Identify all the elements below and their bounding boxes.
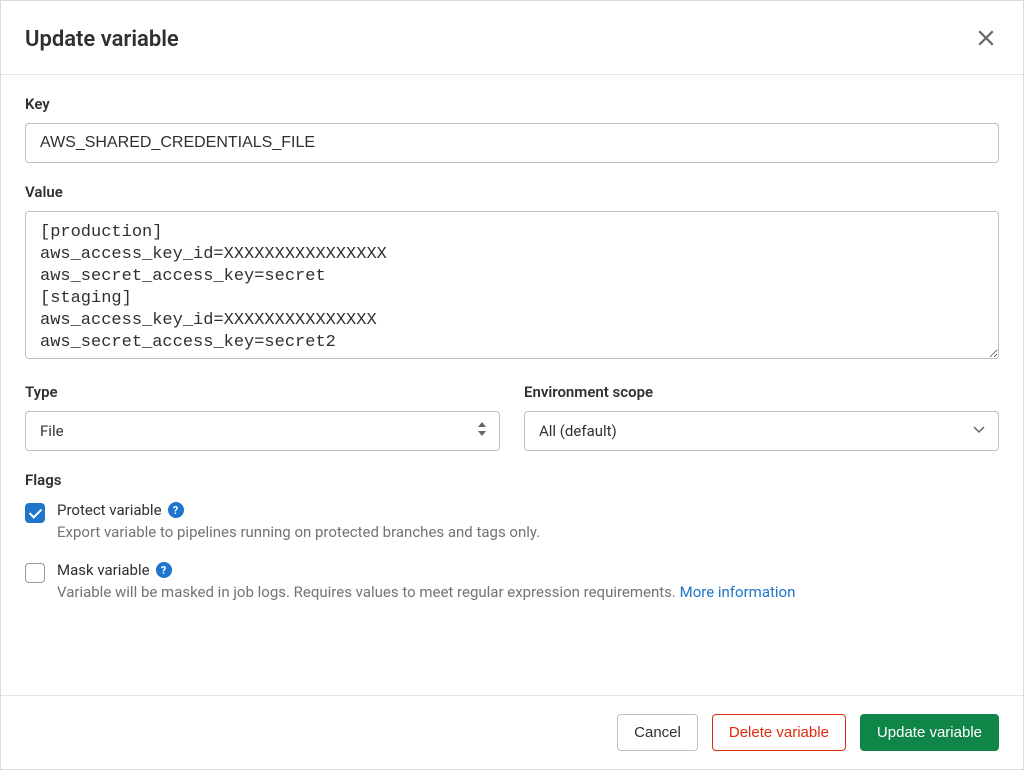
modal-body: Key Value [production] aws_access_key_id… <box>1 75 1023 695</box>
protect-desc: Export variable to pipelines running on … <box>57 523 999 541</box>
delete-button[interactable]: Delete variable <box>712 714 846 751</box>
type-select-wrapper: File <box>25 411 500 451</box>
mask-checkbox[interactable] <box>25 563 45 583</box>
update-variable-modal: Update variable Key Value [production] a… <box>0 0 1024 770</box>
scope-label: Environment scope <box>524 383 999 401</box>
modal-footer: Cancel Delete variable Update variable <box>1 695 1023 769</box>
scope-select[interactable]: All (default) <box>524 411 999 451</box>
help-icon[interactable]: ? <box>156 562 172 578</box>
modal-header: Update variable <box>1 1 1023 75</box>
mask-desc: Variable will be masked in job logs. Req… <box>57 583 999 601</box>
flags-group: Flags Protect variable ? Export variable… <box>25 471 999 601</box>
close-button[interactable] <box>973 25 999 54</box>
key-group: Key <box>25 95 999 163</box>
protect-content: Protect variable ? Export variable to pi… <box>57 501 999 541</box>
type-group: Type File <box>25 383 500 451</box>
key-label: Key <box>25 95 999 113</box>
type-select[interactable]: File <box>25 411 500 451</box>
key-input[interactable] <box>25 123 999 163</box>
value-group: Value [production] aws_access_key_id=XXX… <box>25 183 999 363</box>
type-scope-row: Type File Environment scope All (default… <box>25 383 999 471</box>
scope-select-wrapper: All (default) <box>524 411 999 451</box>
protect-row: Protect variable ? Export variable to pi… <box>25 501 999 541</box>
cancel-button[interactable]: Cancel <box>617 714 698 751</box>
mask-desc-text: Variable will be masked in job logs. Req… <box>57 583 680 601</box>
protect-label: Protect variable <box>57 501 162 519</box>
mask-row: Mask variable ? Variable will be masked … <box>25 561 999 601</box>
value-textarea[interactable]: [production] aws_access_key_id=XXXXXXXXX… <box>25 211 999 359</box>
close-icon <box>977 29 995 50</box>
modal-title: Update variable <box>25 27 179 52</box>
mask-content: Mask variable ? Variable will be masked … <box>57 561 999 601</box>
type-label: Type <box>25 383 500 401</box>
value-label: Value <box>25 183 999 201</box>
help-icon[interactable]: ? <box>168 502 184 518</box>
update-button[interactable]: Update variable <box>860 714 999 751</box>
mask-label-wrap: Mask variable ? <box>57 561 172 579</box>
more-info-link[interactable]: More information <box>680 583 796 601</box>
scope-group: Environment scope All (default) <box>524 383 999 451</box>
protect-checkbox[interactable] <box>25 503 45 523</box>
protect-label-wrap: Protect variable ? <box>57 501 184 519</box>
mask-label: Mask variable <box>57 561 150 579</box>
flags-label: Flags <box>25 471 999 489</box>
